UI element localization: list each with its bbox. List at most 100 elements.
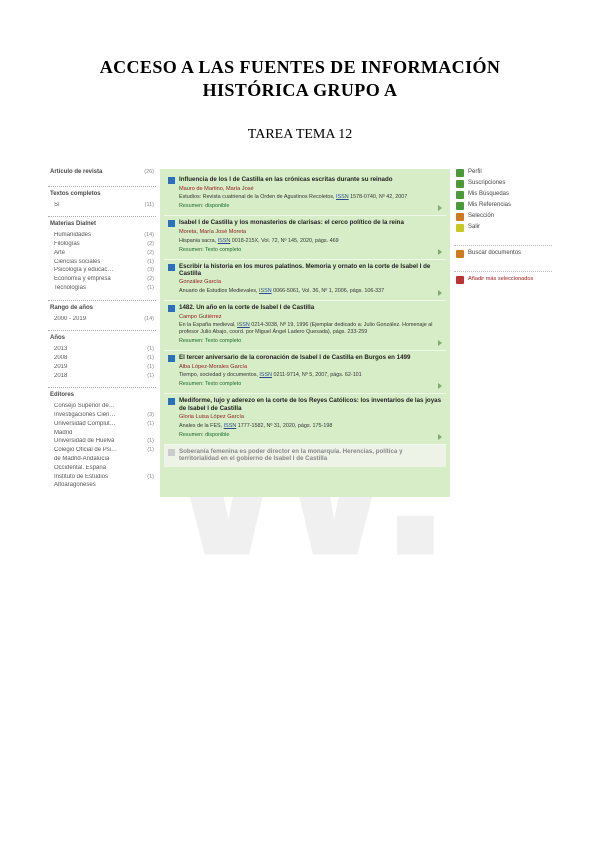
facet-row[interactable]: Altoaragoneses	[50, 482, 154, 490]
record-issn[interactable]: ISSN	[224, 423, 237, 429]
facet-row[interactable]: Occidental. España	[50, 465, 154, 473]
record-source-post: 0018-215X, Vol. 72, Nº 145, 2020, págs. …	[230, 238, 338, 244]
facet-row[interactable]: Arte(2)	[50, 250, 154, 258]
facet-row[interactable]: Economía y empresa(2)	[50, 276, 154, 284]
select-checkbox[interactable]	[168, 177, 175, 184]
record-source-pre: Hispania sacra,	[179, 238, 218, 244]
facet-row[interactable]: de Madrid-Andalucía	[50, 456, 154, 464]
facet-row-label: Economía y empresa	[54, 276, 111, 284]
record-source-post: 1777-1582, Nº 31, 2020, págs. 175-198	[236, 423, 332, 429]
searches-icon	[456, 191, 464, 199]
facet-row[interactable]: 2013(1)	[50, 346, 154, 354]
result-record[interactable]: El tercer aniversario de la coronación d…	[164, 351, 446, 394]
facet-row[interactable]: 2008(1)	[50, 355, 154, 363]
expand-arrow-icon[interactable]	[438, 205, 442, 211]
record-author: Campo Gutiérrez	[179, 314, 442, 321]
result-record[interactable]: Isabel I de Castilla y los monasterios d…	[164, 216, 446, 259]
record-source-pre: Estudios: Revista cuatrienal de la Orden…	[179, 194, 336, 200]
rail-label: Salir	[468, 224, 480, 232]
rail-separator	[454, 271, 552, 272]
facet-row-label: Altoaragoneses	[54, 482, 96, 490]
rail-item-salir[interactable]: Salir	[456, 224, 550, 232]
rail-separator	[454, 245, 552, 246]
record-issn[interactable]: ISSN	[259, 372, 272, 378]
rail-item-referencias[interactable]: Mis Referencias	[456, 202, 550, 210]
select-checkbox[interactable]	[168, 449, 175, 456]
record-title: 1482. Un año en la corte de Isabel I de …	[179, 304, 442, 311]
rail-item-add-selected[interactable]: Añadir más seleccionados	[456, 276, 550, 284]
facet-row-label: Occidental. España	[54, 465, 106, 473]
facet-row[interactable]: Humanidades(14)	[50, 232, 154, 240]
facet-row-label: 2000 - 2019	[54, 316, 86, 324]
record-source-post: 1578-0740, Nº 42, 2007	[349, 194, 408, 200]
rail-item-buscar[interactable]: Buscar documentos	[456, 250, 550, 258]
facet-row[interactable]: 2000 - 2019 (14)	[50, 316, 154, 324]
title-line-1: ACCESO A LAS FUENTES DE INFORMACIÓN	[100, 57, 501, 77]
expand-arrow-icon[interactable]	[438, 434, 442, 440]
record-summary: Resumen: Texto completo	[179, 247, 442, 254]
facet-row[interactable]: Ciencias sociales(1)	[50, 259, 154, 267]
facet-row-label: Consejo Superior de…	[54, 403, 115, 411]
facet-row-label: Tecnologías	[54, 285, 86, 293]
facet-row-label: de Madrid-Andalucía	[54, 456, 109, 464]
rail-item-busquedas[interactable]: Mis Búsquedas	[456, 191, 550, 199]
profile-icon	[456, 169, 464, 177]
facet-row-count: (3)	[147, 412, 154, 419]
facet-row[interactable]: Tecnologías(1)	[50, 285, 154, 293]
expand-arrow-icon[interactable]	[438, 290, 442, 296]
record-source: Estudios: Revista cuatrienal de la Orden…	[179, 194, 442, 201]
facet-head-label: Textos completos	[50, 191, 101, 199]
record-issn[interactable]: ISSN	[237, 322, 250, 328]
facet-row[interactable]: Investigaciones Cien…(3)	[50, 412, 154, 420]
facet-row[interactable]: 2019(1)	[50, 364, 154, 372]
facet-row[interactable]: Universidad Complut…(1)	[50, 421, 154, 429]
record-issn[interactable]: ISSN	[336, 194, 349, 200]
expand-arrow-icon[interactable]	[438, 249, 442, 255]
result-record[interactable]: Influencia de los I de Castilla en las c…	[164, 173, 446, 216]
facet-row[interactable]: Colegio Oficial de Psi…(1)	[50, 447, 154, 455]
facet-row-count: (14)	[144, 316, 154, 323]
facet-row[interactable]: Madrid	[50, 430, 154, 438]
record-author: González García	[179, 279, 442, 286]
record-title: El tercer aniversario de la coronación d…	[179, 354, 442, 361]
facet-row-label: Madrid	[54, 430, 72, 438]
facet-row[interactable]: Sí (11)	[50, 202, 154, 210]
facet-head-label: Materias Dialnet	[50, 221, 96, 229]
record-issn[interactable]: ISSN	[218, 238, 231, 244]
expand-arrow-icon[interactable]	[438, 340, 442, 346]
page-title: ACCESO A LAS FUENTES DE INFORMACIÓN HIST…	[48, 56, 552, 101]
rail-user-menu: Perfil Suscripciones Mis Búsquedas Mis R…	[454, 169, 552, 241]
facet-head-count: (26)	[144, 169, 154, 176]
facet-row[interactable]: Universidad de Huelva(1)	[50, 438, 154, 446]
select-checkbox[interactable]	[168, 398, 175, 405]
record-source-pre: Anuario de Estudios Medievales,	[179, 288, 259, 294]
result-record-cutoff[interactable]: Soberanía femenina es poder director en …	[164, 445, 446, 468]
facet-row[interactable]: Consejo Superior de…	[50, 403, 154, 411]
record-author: Mauro de Martino, María José	[179, 186, 442, 193]
rail-item-suscripciones[interactable]: Suscripciones	[456, 180, 550, 188]
facet-row[interactable]: Psicología y educac…(3)	[50, 267, 154, 275]
facet-row-count: (14)	[144, 232, 154, 239]
results-list: Influencia de los I de Castilla en las c…	[160, 169, 450, 497]
record-source: Tiempo, sociedad y documentos, ISSN 0211…	[179, 372, 442, 379]
expand-arrow-icon[interactable]	[438, 383, 442, 389]
facet-row-label: Psicología y educac…	[54, 267, 113, 275]
select-checkbox[interactable]	[168, 264, 175, 271]
record-issn[interactable]: ISSN	[259, 288, 272, 294]
facet-row-count: (1)	[147, 355, 154, 362]
facet-block-year-range: Rango de años 2000 - 2019(14)	[48, 300, 156, 331]
facet-row[interactable]: Filologías(2)	[50, 241, 154, 249]
result-record[interactable]: Escribir la historia en los muros palati…	[164, 260, 446, 301]
record-title: Influencia de los I de Castilla en las c…	[179, 176, 442, 183]
select-checkbox[interactable]	[168, 355, 175, 362]
result-record[interactable]: Mediforme, lujo y aderezo en la corte de…	[164, 394, 446, 444]
select-checkbox[interactable]	[168, 305, 175, 312]
facet-row[interactable]: Instituto de Estudios(1)	[50, 474, 154, 482]
facet-row[interactable]: 2018(1)	[50, 373, 154, 381]
facet-row-count: (1)	[147, 421, 154, 428]
rail-item-seleccion[interactable]: Selección	[456, 213, 550, 221]
rail-item-perfil[interactable]: Perfil	[456, 169, 550, 177]
select-checkbox[interactable]	[168, 220, 175, 227]
result-record[interactable]: 1482. Un año en la corte de Isabel I de …	[164, 301, 446, 351]
record-source: Anales de la FES, ISSN 1777-1582, Nº 31,…	[179, 423, 442, 430]
